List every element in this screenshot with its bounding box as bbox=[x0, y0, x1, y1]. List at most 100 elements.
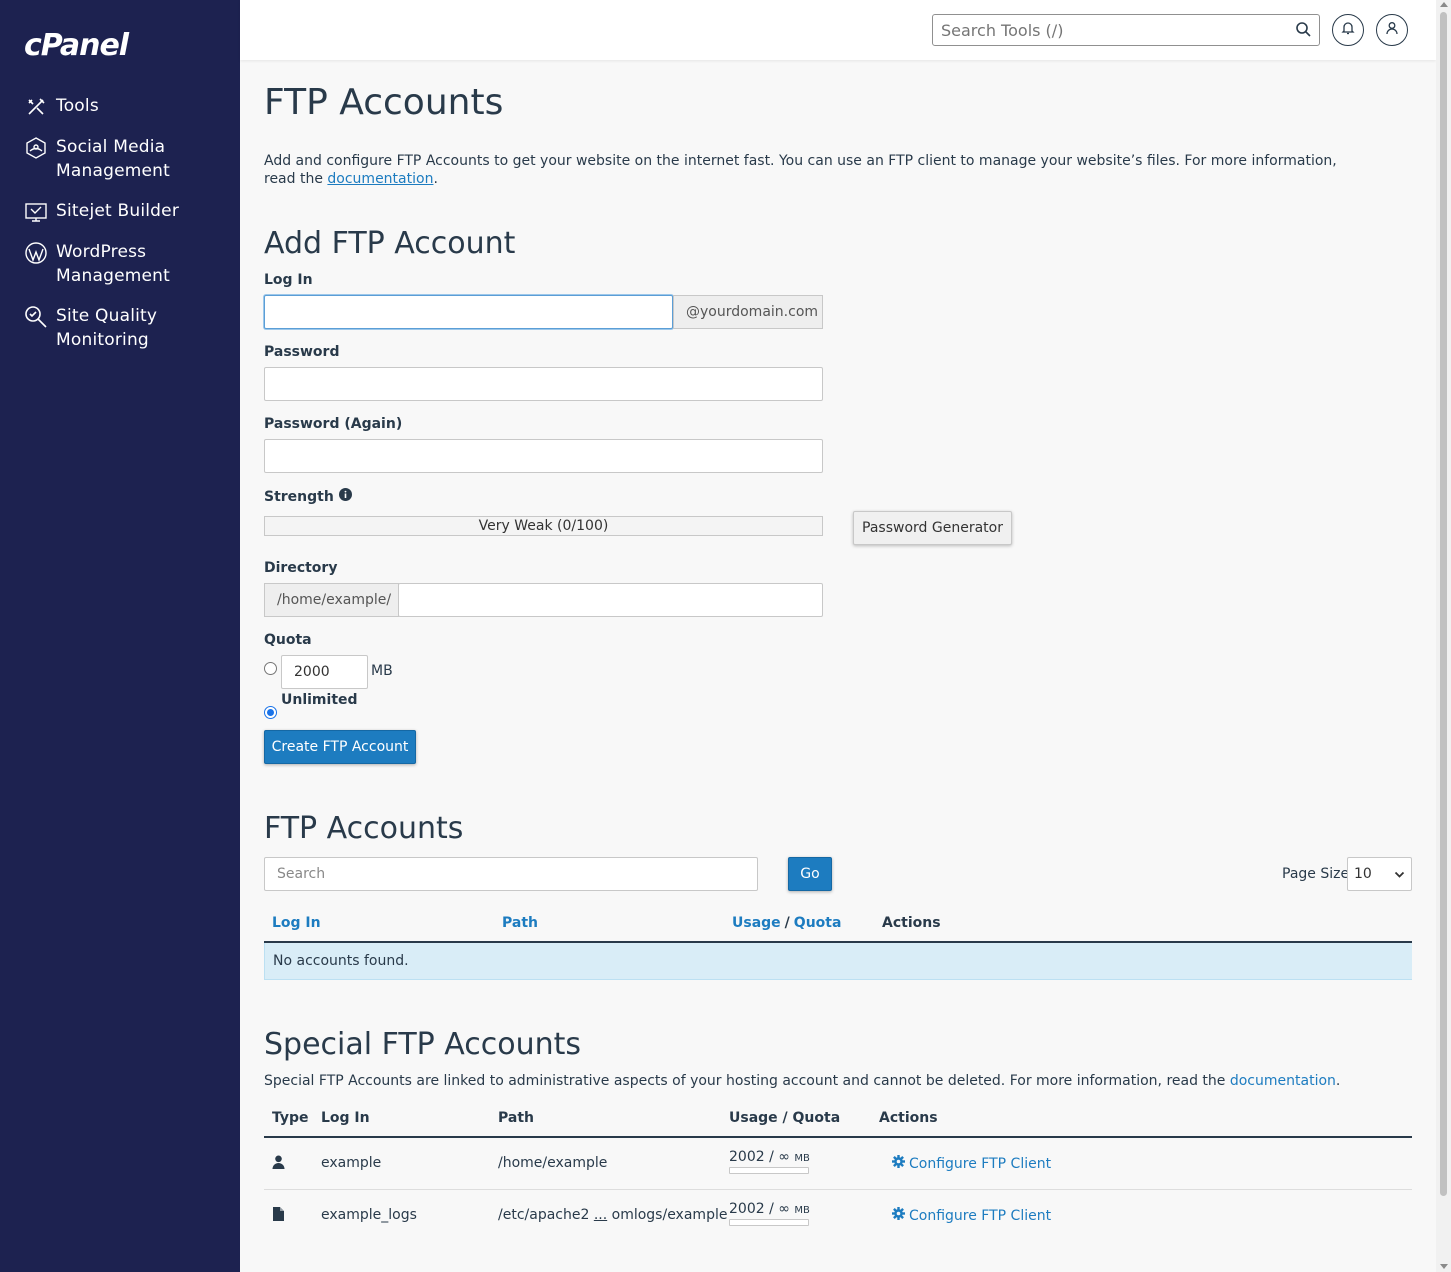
usage-value: 2002 bbox=[729, 1149, 765, 1165]
special-login: example_logs bbox=[321, 1207, 417, 1223]
quota-limited-radio[interactable] bbox=[264, 662, 277, 675]
special-ftp-heading: Special FTP Accounts bbox=[264, 1027, 582, 1062]
empty-row: No accounts found. bbox=[264, 943, 1412, 980]
ftp-accounts-heading: FTP Accounts bbox=[264, 811, 464, 846]
special-path: /home/example bbox=[498, 1155, 608, 1171]
configure-label: Configure FTP Client bbox=[909, 1155, 1052, 1172]
password-generator-button[interactable]: Password Generator bbox=[853, 511, 1012, 545]
usage-sep: / bbox=[764, 1201, 779, 1217]
actions-header: Actions bbox=[882, 915, 941, 931]
usage-cell: 2002 / ∞ MB bbox=[729, 1149, 810, 1174]
login-input[interactable] bbox=[264, 295, 673, 329]
sidebar-item-wordpress[interactable]: WordPress Management bbox=[0, 240, 240, 288]
configure-ftp-client-link[interactable]: Configure FTP Client bbox=[892, 1207, 1051, 1224]
sidebar-item-site-quality[interactable]: Site Quality Monitoring bbox=[0, 304, 240, 352]
sort-login-header[interactable]: Log In bbox=[272, 915, 321, 931]
social-media-icon bbox=[24, 136, 48, 160]
path-head: /etc/apache2 bbox=[498, 1207, 594, 1223]
strength-meter: Very Weak (0/100) bbox=[264, 516, 823, 536]
special-actions-header: Actions bbox=[879, 1110, 938, 1126]
usage-unit: MB bbox=[794, 1205, 810, 1216]
accounts-search-input[interactable]: Search bbox=[264, 857, 758, 891]
sidebar-item-sitejet[interactable]: Sitejet Builder bbox=[0, 199, 240, 224]
sort-usage-header[interactable]: Usage bbox=[732, 915, 781, 931]
special-documentation-link[interactable]: documentation bbox=[1230, 1073, 1336, 1089]
table-row: example_logs /etc/apache2 ... omlogs/exa… bbox=[264, 1190, 1412, 1241]
page-title: FTP Accounts bbox=[264, 82, 504, 123]
quota-value: ∞ bbox=[778, 1201, 790, 1217]
special-description: Special FTP Accounts are linked to admin… bbox=[264, 1073, 1412, 1089]
sidebar-item-label: Site Quality Monitoring bbox=[56, 306, 158, 350]
configure-label: Configure FTP Client bbox=[909, 1207, 1052, 1224]
usage-bar bbox=[729, 1219, 809, 1226]
cpanel-logo[interactable]: cPanel bbox=[24, 28, 129, 63]
sidebar-item-label: Sitejet Builder bbox=[56, 201, 180, 221]
password-label: Password bbox=[264, 344, 340, 360]
sidebar-item-social-media[interactable]: Social Media Management bbox=[0, 135, 240, 183]
search-tools bbox=[932, 14, 1320, 46]
wordpress-icon bbox=[24, 241, 48, 265]
special-description-period: . bbox=[1335, 1073, 1341, 1089]
add-ftp-heading: Add FTP Account bbox=[264, 226, 516, 261]
create-ftp-account-button[interactable]: Create FTP Account bbox=[264, 730, 416, 764]
special-path: /etc/apache2 ... omlogs/example bbox=[498, 1207, 727, 1223]
special-login-header: Log In bbox=[321, 1110, 370, 1126]
search-tools-input[interactable] bbox=[933, 15, 1273, 45]
top-header bbox=[240, 0, 1436, 60]
sort-path-header[interactable]: Path bbox=[502, 915, 538, 931]
special-description-text: Special FTP Accounts are linked to admin… bbox=[264, 1073, 1226, 1089]
page-size-label: Page Size bbox=[1282, 866, 1350, 882]
sidebar-item-label: Tools bbox=[56, 96, 99, 116]
quota-value: 2000 bbox=[294, 664, 330, 680]
page-size-value: 10 bbox=[1354, 866, 1372, 882]
notifications-button[interactable] bbox=[1332, 14, 1364, 46]
main-content: FTP Accounts Add and configure FTP Accou… bbox=[264, 60, 1412, 1226]
sidebar: cPanel Tools Social Media Management Sit… bbox=[0, 0, 240, 1272]
empty-message: No accounts found. bbox=[273, 953, 409, 969]
gear-icon bbox=[892, 1155, 905, 1172]
scroll-thumb[interactable] bbox=[1440, 12, 1447, 1196]
go-button[interactable]: Go bbox=[788, 857, 832, 891]
special-type-header: Type bbox=[272, 1110, 309, 1126]
chevron-down-icon bbox=[1394, 868, 1405, 884]
sidebar-nav: Tools Social Media Management Sitejet Bu… bbox=[0, 94, 240, 368]
page-scrollbar[interactable] bbox=[1436, 0, 1451, 1272]
special-login: example bbox=[321, 1155, 382, 1171]
tools-icon bbox=[24, 95, 48, 119]
page-size-select[interactable]: 10 bbox=[1347, 857, 1412, 891]
intro-period: . bbox=[433, 171, 438, 187]
search-icon[interactable] bbox=[1295, 21, 1311, 41]
quota-input[interactable]: 2000 bbox=[281, 655, 368, 689]
usage-bar bbox=[729, 1167, 809, 1174]
password-input[interactable] bbox=[264, 367, 823, 401]
unlimited-label[interactable]: Unlimited bbox=[281, 692, 358, 708]
password-again-input[interactable] bbox=[264, 439, 823, 473]
header-slash: / bbox=[784, 915, 790, 931]
quota-value: ∞ bbox=[778, 1149, 790, 1165]
path-tail: omlogs/example bbox=[607, 1207, 728, 1223]
quota-unlimited-radio[interactable] bbox=[264, 706, 277, 719]
user-menu-button[interactable] bbox=[1376, 14, 1408, 46]
site-quality-icon bbox=[24, 305, 48, 329]
table-row: example /home/example 2002 / ∞ MB Config… bbox=[264, 1138, 1412, 1189]
password-again-label: Password (Again) bbox=[264, 416, 403, 432]
strength-label: Strength bbox=[264, 488, 334, 505]
special-path-header: Path bbox=[498, 1110, 534, 1126]
user-icon bbox=[272, 1155, 285, 1173]
scroll-down-icon[interactable] bbox=[1440, 1264, 1448, 1269]
sidebar-item-label: WordPress Management bbox=[56, 242, 170, 286]
path-ellipsis[interactable]: ... bbox=[594, 1207, 607, 1223]
intro-text: Add and configure FTP Accounts to get yo… bbox=[264, 152, 1364, 188]
user-icon bbox=[1385, 21, 1399, 39]
scroll-up-icon[interactable] bbox=[1440, 2, 1448, 7]
configure-ftp-client-link[interactable]: Configure FTP Client bbox=[892, 1155, 1051, 1172]
strength-row: Strength bbox=[264, 488, 352, 505]
sidebar-item-label: Social Media Management bbox=[56, 137, 170, 181]
directory-prefix: /home/example/ bbox=[264, 583, 399, 617]
strength-text: Very Weak (0/100) bbox=[478, 518, 609, 534]
sidebar-item-tools[interactable]: Tools bbox=[0, 94, 240, 119]
info-icon[interactable] bbox=[338, 488, 352, 505]
intro-documentation-link[interactable]: documentation bbox=[327, 171, 433, 187]
sort-quota-header[interactable]: Quota bbox=[794, 915, 842, 931]
directory-input[interactable] bbox=[398, 583, 823, 617]
